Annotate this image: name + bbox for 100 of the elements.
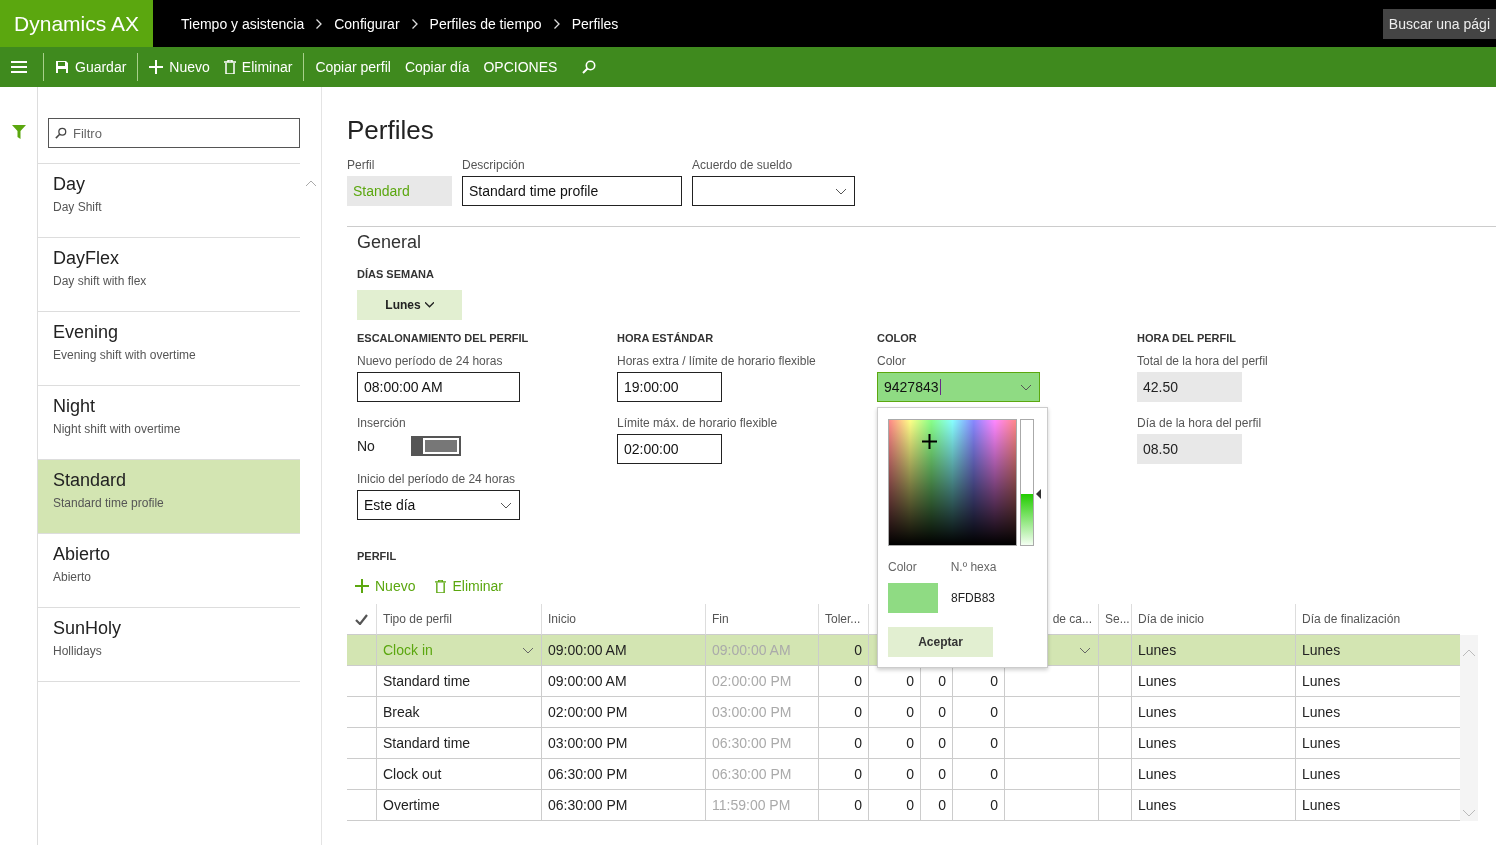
delete-button[interactable]: Eliminar — [216, 52, 300, 82]
table-cell: Clock out — [376, 759, 541, 790]
field-label: Color — [888, 560, 917, 574]
dropdown-chevron-icon[interactable] — [523, 648, 533, 654]
description-field[interactable]: Standard time profile — [462, 176, 682, 206]
day-hours-field: 08.50 — [1137, 434, 1242, 464]
group-heading: HORA DEL PERFIL — [1137, 332, 1236, 344]
field-label: Nuevo período de 24 horas — [357, 354, 503, 368]
total-hours-field: 42.50 — [1137, 372, 1242, 402]
time-field[interactable]: 19:00:00 — [617, 372, 722, 402]
field-label: Horas extra / límite de horario flexible — [617, 354, 816, 368]
field-label: Día de la hora del perfil — [1137, 416, 1262, 430]
plus-icon — [149, 60, 164, 74]
period-start-dropdown[interactable]: Este día — [357, 490, 520, 520]
table-cell: Break — [376, 697, 541, 728]
table-cell: 0 — [952, 790, 1004, 821]
scroll-down-icon[interactable] — [1463, 810, 1475, 817]
field-label: Color — [877, 354, 906, 368]
chevron-down-icon — [836, 189, 846, 195]
table-cell: 0 — [818, 759, 868, 790]
field-label: Acuerdo de sueldo — [692, 158, 794, 172]
profile-list-item[interactable]: Standard Standard time profile — [38, 460, 300, 534]
group-heading: ESCALONAMIENTO DEL PERFIL — [357, 332, 529, 344]
search-icon — [55, 127, 67, 139]
brightness-slider[interactable] — [1021, 493, 1033, 545]
table-cell: 0 — [952, 759, 1004, 790]
table-cell: 02:00:00 PM — [705, 666, 818, 697]
field-label: Perfil — [347, 158, 376, 172]
new-button[interactable]: Nuevo — [142, 52, 217, 82]
group-heading: HORA ESTÁNDAR — [617, 332, 714, 344]
table-cell: 0 — [868, 790, 920, 821]
table-cell: 0 — [818, 666, 868, 697]
field-label: Descripción — [462, 158, 526, 172]
weekday-dropdown-button[interactable]: Lunes — [357, 290, 462, 320]
table-cell: 02:00:00 PM — [541, 697, 705, 728]
table-cell: 09:00:00 AM — [541, 635, 705, 666]
save-button[interactable]: Guardar — [48, 52, 134, 82]
breadcrumb-link[interactable]: Perfiles — [571, 15, 619, 32]
profile-list-item[interactable]: Evening Evening shift with overtime — [38, 312, 300, 386]
breadcrumb-link[interactable]: Perfiles de tiempo — [429, 15, 542, 32]
breadcrumb-link[interactable]: Configurar — [334, 15, 400, 32]
accept-button[interactable]: Aceptar — [888, 627, 993, 657]
search-icon[interactable] — [582, 60, 597, 74]
time-field[interactable]: 02:00:00 — [617, 434, 722, 464]
chevron-down-icon — [424, 302, 434, 308]
menu-icon[interactable] — [11, 61, 27, 73]
table-cell: 06:30:00 PM — [705, 759, 818, 790]
toolbar-button[interactable]: OPCIONES — [476, 52, 565, 82]
table-cell: 0 — [818, 790, 868, 821]
table-cell: 11:59:00 PM — [705, 790, 818, 821]
field-label: N.º hexa — [950, 560, 997, 574]
search-button[interactable]: Buscar una pági — [1382, 8, 1496, 39]
time-field[interactable]: 08:00:00 AM — [357, 372, 520, 402]
plus-icon — [355, 579, 369, 593]
table-cell: 03:00:00 PM — [705, 697, 818, 728]
table-cell: 0 — [818, 728, 868, 759]
table-cell: 0 — [818, 635, 868, 666]
table-cell: 0 — [868, 728, 920, 759]
table-cell: Lunes — [1131, 666, 1295, 697]
page-title: Perfiles — [347, 115, 435, 146]
group-heading: DÍAS SEMANA — [357, 268, 435, 280]
table-cell: Lunes — [1131, 759, 1295, 790]
scroll-up-icon[interactable] — [305, 180, 316, 186]
section-title: General — [357, 232, 423, 253]
table-cell: Overtime — [376, 790, 541, 821]
select-all-checkmark-icon[interactable] — [355, 613, 368, 625]
table-cell: 0 — [868, 759, 920, 790]
filter-field[interactable]: Filtro — [48, 118, 300, 148]
table-cell: 09:00:00 AM — [541, 666, 705, 697]
table-cell: 09:00:00 AM — [705, 635, 818, 666]
profile-list-item[interactable]: Abierto Abierto — [38, 534, 300, 608]
color-spectrum[interactable] — [888, 419, 1017, 546]
table-cell: Lunes — [1131, 635, 1295, 666]
slider-thumb-icon[interactable] — [1036, 488, 1041, 499]
field-label: Total de la hora del perfil — [1137, 354, 1268, 368]
table-cell: 03:00:00 PM — [541, 728, 705, 759]
filter-icon[interactable] — [11, 125, 26, 139]
profile-list-item[interactable]: SunHoly Hollidays — [38, 608, 300, 682]
dropdown-chevron-icon[interactable] — [1080, 648, 1090, 654]
breadcrumb-link[interactable]: Tiempo y asistencia — [181, 15, 305, 32]
field-label: Límite máx. de horario flexible — [617, 416, 778, 430]
table-cell: 06:30:00 PM — [705, 728, 818, 759]
pay-agreement-dropdown[interactable] — [692, 176, 855, 206]
trash-icon — [223, 60, 236, 74]
table-cell: 0 — [952, 697, 1004, 728]
toggle-switch[interactable] — [410, 436, 461, 456]
group-heading: COLOR — [877, 332, 917, 344]
crosshair-icon — [922, 434, 937, 449]
hex-value: 8FDB83 — [951, 591, 996, 605]
table-cell: Clock in — [376, 635, 541, 666]
scroll-up-icon[interactable] — [1463, 649, 1475, 656]
chevron-down-icon — [1021, 385, 1031, 391]
color-dropdown[interactable]: 9427843 — [877, 372, 1040, 402]
table-cell: Lunes — [1131, 728, 1295, 759]
table-cell: Lunes — [1131, 697, 1295, 728]
profile-list-item[interactable]: Day Day Shift — [38, 164, 300, 238]
toolbar-button[interactable]: Copiar día — [397, 52, 477, 82]
toolbar-button[interactable]: Copiar perfil — [308, 52, 398, 82]
profile-list-item[interactable]: DayFlex Day shift with flex — [38, 238, 300, 312]
chevron-right-icon — [411, 18, 418, 29]
